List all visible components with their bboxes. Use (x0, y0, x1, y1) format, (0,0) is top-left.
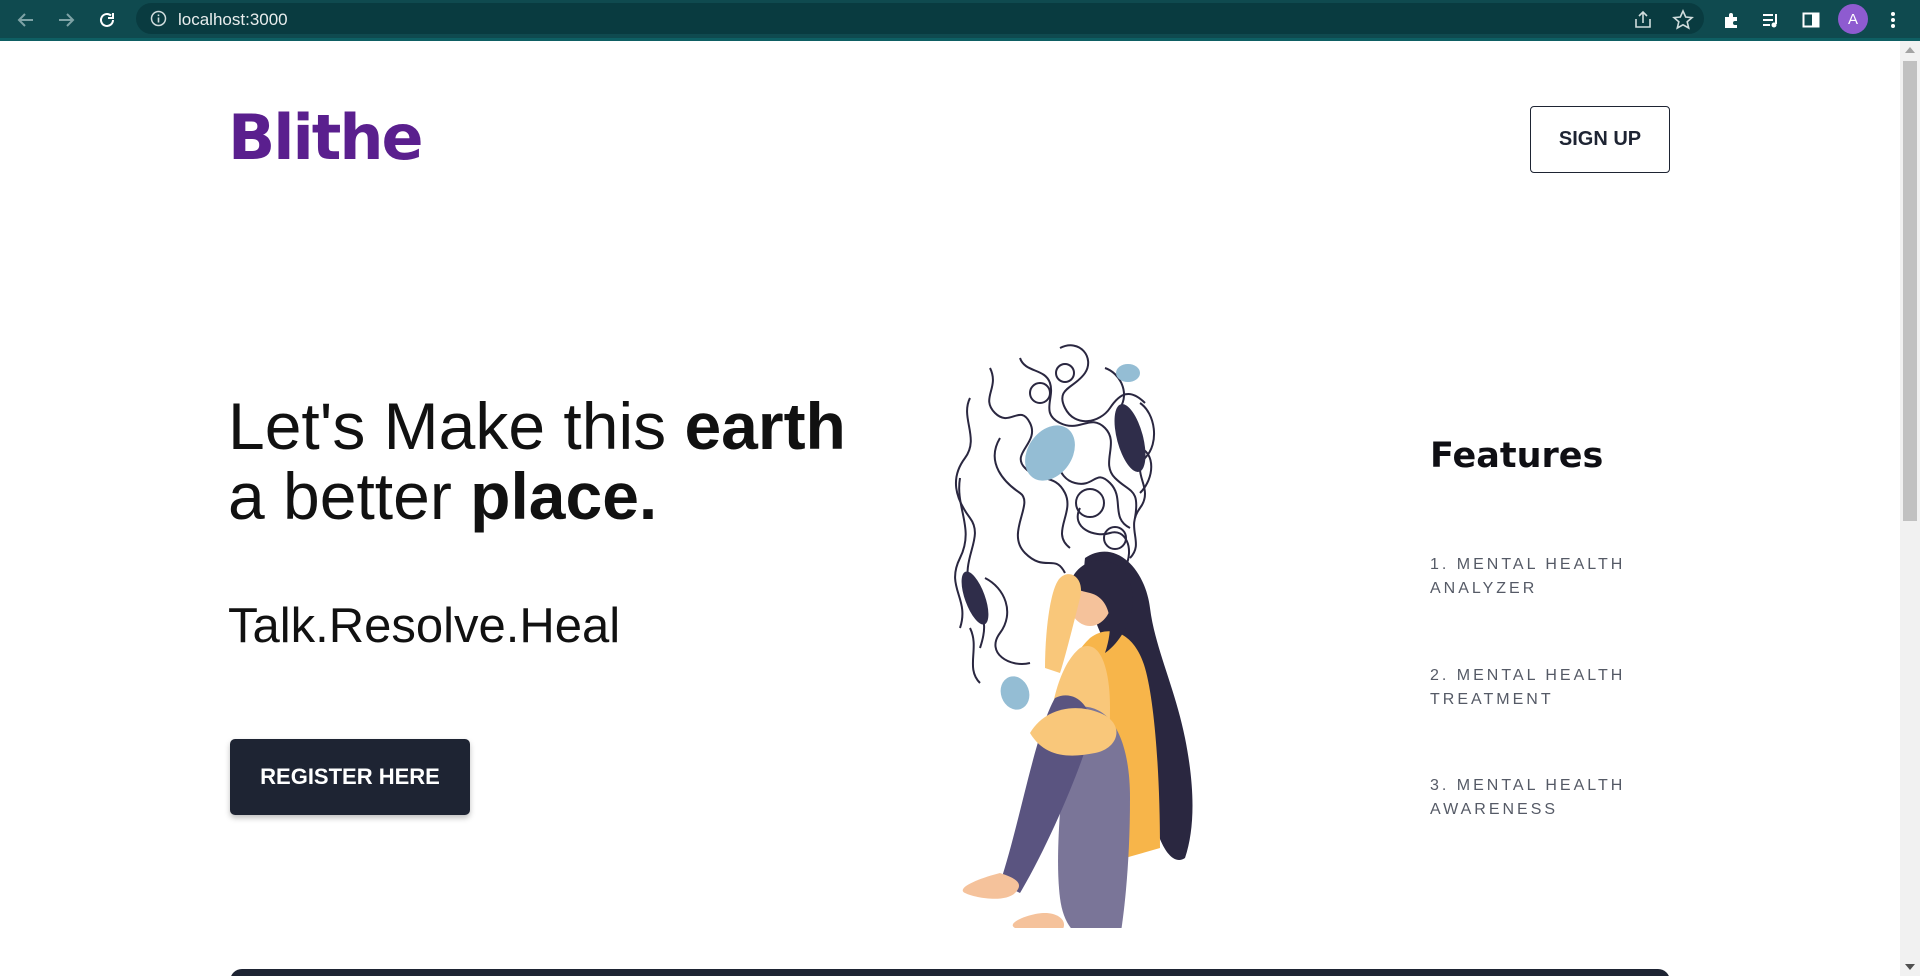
browser-toolbar: localhost:3000 A (0, 0, 1920, 41)
features-heading: Features (1430, 436, 1604, 476)
feature-item-awareness[interactable]: 3. MENTAL HEALTH AWARENESS (1430, 774, 1660, 822)
feature-label: ANALYZER (1430, 580, 1538, 597)
profile-avatar[interactable]: A (1838, 4, 1868, 34)
headline-line-2: a better place. (228, 461, 846, 531)
forward-icon[interactable] (52, 6, 80, 34)
back-icon[interactable] (12, 6, 40, 34)
headline-text: Let's Make this (228, 389, 685, 463)
page-viewport: Blithe SIGN UP Let's Make this earth a b… (0, 41, 1900, 976)
hero-tagline: Talk.Resolve.Heal (228, 599, 621, 653)
avatar-letter: A (1847, 10, 1858, 28)
reload-icon[interactable] (93, 6, 121, 34)
feature-label: 2. MENTAL HEALTH (1430, 667, 1626, 684)
address-bar[interactable]: localhost:3000 (136, 3, 1704, 34)
side-panel-icon[interactable] (1797, 6, 1825, 34)
feature-item-analyzer[interactable]: 1. MENTAL HEALTH ANALYZER (1430, 553, 1660, 601)
bookmark-star-icon[interactable] (1672, 9, 1694, 31)
hero-headline: Let's Make this earth a better place. (228, 391, 846, 531)
headline-emphasis: earth (684, 389, 846, 463)
feature-label: 3. MENTAL HEALTH (1430, 777, 1626, 794)
signup-button[interactable]: SIGN UP (1530, 106, 1670, 173)
extensions-icon[interactable] (1718, 6, 1746, 34)
sad-woman-illustration (954, 344, 1193, 928)
scroll-down-arrow-icon[interactable] (1905, 964, 1915, 970)
feature-label: AWARENESS (1430, 801, 1559, 818)
share-icon[interactable] (1632, 9, 1654, 31)
register-button[interactable]: REGISTER HERE (230, 739, 470, 815)
headline-emphasis: place. (470, 459, 658, 533)
next-section-edge (230, 969, 1670, 976)
scroll-thumb[interactable] (1903, 61, 1917, 521)
media-queue-icon[interactable] (1757, 6, 1785, 34)
page-scrollbar[interactable] (1900, 41, 1920, 976)
site-info-icon[interactable] (150, 10, 167, 27)
feature-label: 1. MENTAL HEALTH (1430, 556, 1626, 573)
headline-text: a better (228, 459, 471, 533)
scroll-up-arrow-icon[interactable] (1905, 47, 1915, 53)
feature-item-treatment[interactable]: 2. MENTAL HEALTH TREATMENT (1430, 664, 1660, 712)
url-text: localhost:3000 (178, 10, 288, 29)
feature-label: TREATMENT (1430, 691, 1554, 708)
headline-line-1: Let's Make this earth (228, 391, 846, 461)
brand-logo[interactable]: Blithe (228, 101, 424, 174)
menu-kebab-icon[interactable] (1879, 6, 1907, 34)
